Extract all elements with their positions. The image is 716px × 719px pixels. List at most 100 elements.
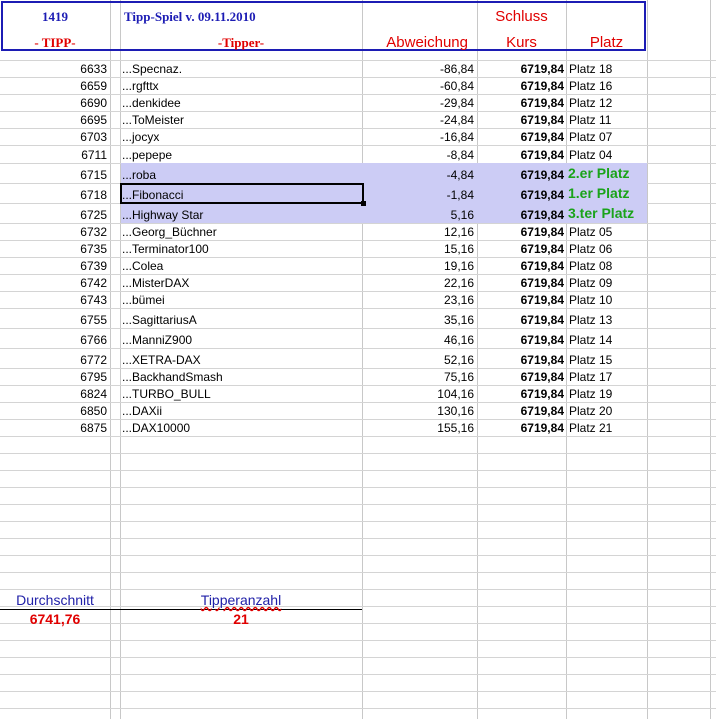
cell-kurs[interactable]: 6719,84 bbox=[477, 276, 564, 290]
cell-tipp[interactable]: 6772 bbox=[0, 353, 107, 367]
cell-platz[interactable]: Platz 17 bbox=[569, 370, 612, 384]
cell-kurs[interactable]: 6719,84 bbox=[477, 404, 564, 418]
cell-tipper-name[interactable]: ...rgfttx bbox=[122, 79, 159, 93]
cell-kurs[interactable]: 6719,84 bbox=[477, 79, 564, 93]
cell-platz-podium[interactable]: 1.er Platz bbox=[568, 185, 629, 201]
cell-kurs[interactable]: 6719,84 bbox=[477, 421, 564, 435]
cell-platz[interactable]: Platz 10 bbox=[569, 293, 612, 307]
cell-tipp[interactable]: 6743 bbox=[0, 293, 107, 307]
cell-kurs[interactable]: 6719,84 bbox=[477, 168, 564, 182]
sheet-title[interactable]: Tipp-Spiel v. 09.11.2010 bbox=[124, 10, 256, 24]
cell-abweichung[interactable]: -16,84 bbox=[362, 130, 474, 144]
cell-tipp[interactable]: 6739 bbox=[0, 259, 107, 273]
cell-tipp[interactable]: 6718 bbox=[0, 188, 107, 202]
cell-platz[interactable]: Platz 07 bbox=[569, 130, 612, 144]
cell-abweichung[interactable]: 130,16 bbox=[362, 404, 474, 418]
cell-abweichung[interactable]: 46,16 bbox=[362, 333, 474, 347]
cell-platz[interactable]: Platz 12 bbox=[569, 96, 612, 110]
cell-abweichung[interactable]: 23,16 bbox=[362, 293, 474, 307]
cell-abweichung[interactable]: 75,16 bbox=[362, 370, 474, 384]
cell-abweichung[interactable]: 35,16 bbox=[362, 313, 474, 327]
cell-tipp[interactable]: 6695 bbox=[0, 113, 107, 127]
cell-tipper-name[interactable]: ...BackhandSmash bbox=[122, 370, 223, 384]
cell-platz[interactable]: Platz 21 bbox=[569, 421, 612, 435]
cell-tipper-name[interactable]: ...roba bbox=[122, 168, 156, 182]
cell-kurs[interactable]: 6719,84 bbox=[477, 242, 564, 256]
cell-kurs[interactable]: 6719,84 bbox=[477, 293, 564, 307]
cell-kurs[interactable]: 6719,84 bbox=[477, 353, 564, 367]
cell-platz[interactable]: Platz 05 bbox=[569, 225, 612, 239]
cell-tipp[interactable]: 6824 bbox=[0, 387, 107, 401]
cell-tipp[interactable]: 6735 bbox=[0, 242, 107, 256]
cell-tipper-name[interactable]: ...DAX10000 bbox=[122, 421, 190, 435]
cell-tipper-name[interactable]: ...Colea bbox=[122, 259, 163, 273]
cell-kurs[interactable]: 6719,84 bbox=[477, 113, 564, 127]
cell-tipp[interactable]: 6703 bbox=[0, 130, 107, 144]
cell-tipper-name[interactable]: ...jocyx bbox=[122, 130, 159, 144]
spreadsheet-grid[interactable]: 1419 Tipp-Spiel v. 09.11.2010 Schluss - … bbox=[0, 0, 716, 719]
cell-tipp[interactable]: 6742 bbox=[0, 276, 107, 290]
tipperanzahl-value[interactable]: 21 bbox=[120, 612, 362, 626]
cell-tipper-name[interactable]: ...SagittariusA bbox=[122, 313, 197, 327]
cell-abweichung[interactable]: 104,16 bbox=[362, 387, 474, 401]
header-abweichung[interactable]: Abweichung bbox=[362, 35, 477, 51]
cell-kurs[interactable]: 6719,84 bbox=[477, 225, 564, 239]
cell-kurs[interactable]: 6719,84 bbox=[477, 259, 564, 273]
cell-tipper-name[interactable]: ...bümei bbox=[122, 293, 165, 307]
cell-tipper-name[interactable]: ...Specnaz. bbox=[122, 62, 182, 76]
cell-abweichung[interactable]: -60,84 bbox=[362, 79, 474, 93]
cell-kurs[interactable]: 6719,84 bbox=[477, 333, 564, 347]
cell-tipp[interactable]: 6732 bbox=[0, 225, 107, 239]
cell-platz[interactable]: Platz 11 bbox=[569, 113, 611, 127]
cell-tipper-name[interactable]: ...pepepe bbox=[122, 148, 172, 162]
cell-abweichung[interactable]: 12,16 bbox=[362, 225, 474, 239]
cell-tipper-name[interactable]: ...ToMeister bbox=[122, 113, 184, 127]
cell-kurs[interactable]: 6719,84 bbox=[477, 313, 564, 327]
cell-kurs[interactable]: 6719,84 bbox=[477, 62, 564, 76]
cell-kurs[interactable]: 6719,84 bbox=[477, 387, 564, 401]
header-number[interactable]: 1419 bbox=[0, 10, 110, 24]
cell-tipper-name[interactable]: ...DAXii bbox=[122, 404, 162, 418]
cell-abweichung[interactable]: -8,84 bbox=[362, 148, 474, 162]
cell-platz[interactable]: Platz 09 bbox=[569, 276, 612, 290]
cell-tipp[interactable]: 6690 bbox=[0, 96, 107, 110]
cell-tipp[interactable]: 6711 bbox=[0, 148, 107, 162]
cell-abweichung[interactable]: -24,84 bbox=[362, 113, 474, 127]
cell-tipper-name[interactable]: ...MisterDAX bbox=[122, 276, 189, 290]
cell-platz-podium[interactable]: 3.ter Platz bbox=[568, 205, 634, 221]
cell-abweichung[interactable]: 19,16 bbox=[362, 259, 474, 273]
cell-kurs[interactable]: 6719,84 bbox=[477, 96, 564, 110]
cell-tipp[interactable]: 6755 bbox=[0, 313, 107, 327]
cell-tipp[interactable]: 6795 bbox=[0, 370, 107, 384]
cell-platz[interactable]: Platz 20 bbox=[569, 404, 612, 418]
cell-abweichung[interactable]: -4,84 bbox=[362, 168, 474, 182]
fill-handle[interactable] bbox=[361, 201, 366, 206]
cell-tipp[interactable]: 6850 bbox=[0, 404, 107, 418]
header-tipper[interactable]: -Tipper- bbox=[120, 36, 362, 50]
durchschnitt-value[interactable]: 6741,76 bbox=[0, 612, 110, 626]
cell-platz[interactable]: Platz 06 bbox=[569, 242, 612, 256]
cell-tipp[interactable]: 6766 bbox=[0, 333, 107, 347]
cell-kurs[interactable]: 6719,84 bbox=[477, 370, 564, 384]
active-cell-selection[interactable] bbox=[120, 183, 364, 204]
cell-abweichung[interactable]: -86,84 bbox=[362, 62, 474, 76]
header-tipp[interactable]: - TIPP- bbox=[0, 36, 110, 50]
cell-kurs[interactable]: 6719,84 bbox=[477, 208, 564, 222]
cell-platz[interactable]: Platz 14 bbox=[569, 333, 612, 347]
cell-abweichung[interactable]: 52,16 bbox=[362, 353, 474, 367]
tipperanzahl-label[interactable]: Tipperanzahl bbox=[120, 593, 362, 607]
cell-tipper-name[interactable]: ...TURBO_BULL bbox=[122, 387, 211, 401]
cell-tipper-name[interactable]: ...Highway Star bbox=[122, 208, 203, 222]
cell-platz-podium[interactable]: 2.er Platz bbox=[568, 165, 629, 181]
cell-tipper-name[interactable]: ...Georg_Büchner bbox=[122, 225, 217, 239]
cell-platz[interactable]: Platz 04 bbox=[569, 148, 612, 162]
cell-abweichung[interactable]: 15,16 bbox=[362, 242, 474, 256]
cell-tipper-name[interactable]: ...Terminator100 bbox=[122, 242, 209, 256]
cell-abweichung[interactable]: -29,84 bbox=[362, 96, 474, 110]
cell-tipper-name[interactable]: ...denkidee bbox=[122, 96, 181, 110]
cell-platz[interactable]: Platz 08 bbox=[569, 259, 612, 273]
cell-tipp[interactable]: 6725 bbox=[0, 208, 107, 222]
cell-platz[interactable]: Platz 13 bbox=[569, 313, 612, 327]
cell-tipper-name[interactable]: ...XETRA-DAX bbox=[122, 353, 201, 367]
cell-abweichung[interactable]: 155,16 bbox=[362, 421, 474, 435]
